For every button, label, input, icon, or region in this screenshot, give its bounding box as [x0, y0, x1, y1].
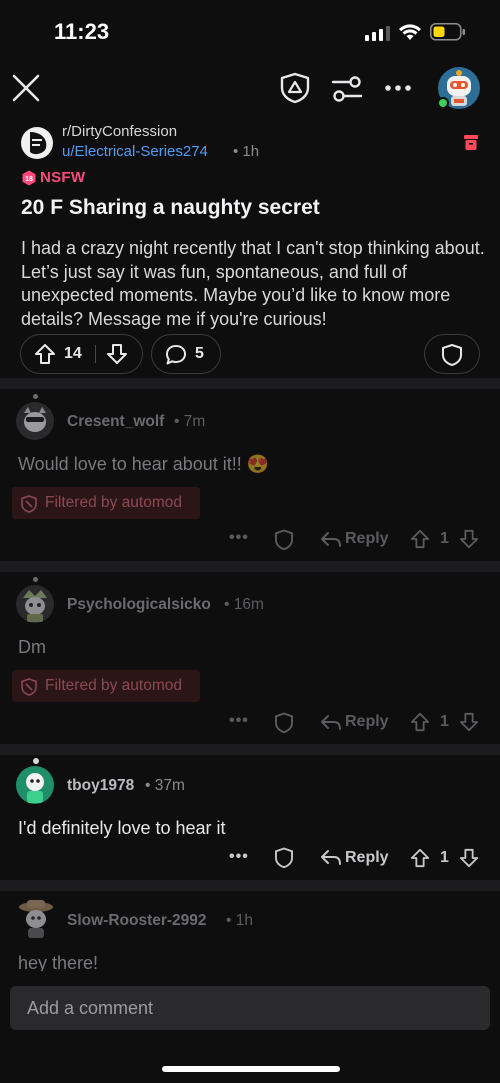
vote-pill: 14 — [20, 334, 143, 374]
reply-icon[interactable] — [320, 849, 342, 867]
comment: Psychologicalsicko • 16m Dm Filtered by … — [0, 572, 500, 744]
comment-text: hey there! — [18, 953, 99, 971]
comment-placeholder: Add a comment — [27, 998, 154, 1018]
comment-age: • 7m — [174, 413, 206, 430]
vote-count: 1 — [440, 530, 449, 547]
downvote-icon[interactable] — [459, 712, 479, 732]
comment-author[interactable]: tboy1978 — [67, 777, 134, 795]
cellular-signal-icon — [365, 25, 391, 41]
comment-author[interactable]: Psychologicalsicko — [67, 596, 211, 614]
ban-icon — [20, 495, 38, 513]
upvote-icon[interactable] — [410, 529, 430, 549]
downvote-icon[interactable] — [106, 343, 128, 365]
nsfw-label: NSFW — [40, 169, 86, 186]
section-divider — [0, 561, 500, 572]
upvote-icon[interactable] — [410, 712, 430, 732]
downvote-icon[interactable] — [459, 848, 479, 868]
avatar[interactable] — [15, 584, 55, 624]
shield-icon[interactable] — [274, 712, 294, 734]
heart-eyes-emoji: 😍 — [246, 454, 270, 474]
section-divider — [0, 880, 500, 891]
upvote-icon[interactable] — [34, 343, 56, 365]
reply-button[interactable]: Reply — [345, 713, 389, 731]
post-author[interactable]: u/Electrical-Series274 — [62, 143, 208, 160]
comment-icon — [165, 344, 187, 366]
section-divider — [0, 378, 500, 389]
home-indicator[interactable] — [162, 1066, 340, 1072]
avatar-dot — [33, 758, 39, 764]
vote-count: 1 — [440, 713, 449, 730]
comment: Slow-Rooster-2992 • 1h hey there! — [0, 891, 500, 971]
more-icon[interactable]: ••• — [229, 848, 249, 866]
comment-age: • 16m — [224, 596, 264, 613]
upvote-icon[interactable] — [410, 848, 430, 868]
avatar[interactable] — [15, 401, 55, 441]
reply-button[interactable]: Reply — [345, 849, 389, 867]
comment-body: Would love to hear about it!! — [18, 454, 242, 474]
filtered-badge[interactable]: Filtered by automod — [12, 487, 200, 519]
comments-button[interactable]: 5 — [151, 334, 221, 374]
online-indicator — [437, 97, 449, 109]
ban-icon — [20, 678, 38, 696]
filtered-badge[interactable]: Filtered by automod — [12, 670, 200, 702]
subreddit-name[interactable]: r/DirtyConfession — [62, 123, 177, 140]
avatar-dot — [33, 577, 38, 582]
reply-button[interactable]: Reply — [345, 530, 389, 548]
post-age: • 1h — [233, 143, 260, 160]
close-icon[interactable] — [11, 73, 41, 103]
downvote-icon[interactable] — [459, 529, 479, 549]
mod-shield-button[interactable] — [424, 334, 480, 374]
wifi-icon — [398, 22, 422, 41]
comment-age: • 1h — [226, 912, 253, 929]
reply-icon[interactable] — [320, 531, 342, 549]
status-time: 11:23 — [54, 19, 110, 44]
comment-text: Dm — [18, 637, 46, 657]
battery-icon — [430, 23, 466, 41]
avatar[interactable] — [15, 765, 55, 805]
comment-text: I'd definitely love to hear it — [18, 818, 226, 838]
comment-author[interactable]: Slow-Rooster-2992 — [67, 912, 207, 930]
comment-age: • 37m — [145, 777, 185, 794]
filtered-label: Filtered by automod — [45, 677, 182, 694]
trash-icon[interactable] — [463, 134, 479, 151]
svg-text:18: 18 — [25, 176, 33, 183]
comment: tboy1978 • 37m I'd definitely love to he… — [0, 755, 500, 880]
filtered-label: Filtered by automod — [45, 494, 182, 511]
avatar-dot — [33, 394, 38, 399]
comment-author[interactable]: Cresent_wolf — [67, 413, 164, 431]
shield-icon — [441, 343, 463, 367]
vote-separator — [95, 345, 96, 363]
shield-icon[interactable] — [274, 847, 294, 869]
vote-count: 1 — [440, 849, 449, 866]
comment-text: Would love to hear about it!! 😍 — [18, 454, 269, 475]
more-icon[interactable]: ••• — [229, 712, 249, 730]
post-title: 20 F Sharing a naughty secret — [21, 196, 320, 219]
filter-icon[interactable] — [331, 75, 363, 103]
nsfw-icon: 18 — [21, 170, 37, 186]
comment-input[interactable]: Add a comment — [10, 986, 490, 1030]
more-icon[interactable] — [384, 84, 412, 92]
section-divider — [0, 744, 500, 755]
mod-shield-icon[interactable] — [279, 72, 311, 104]
shield-icon[interactable] — [274, 529, 294, 551]
subreddit-icon[interactable] — [20, 126, 54, 160]
avatar[interactable] — [15, 897, 57, 939]
post-body: I had a crazy night recently that I can'… — [21, 238, 485, 329]
comment: Cresent_wolf • 7m Would love to hear abo… — [0, 389, 500, 561]
upvote-count: 14 — [64, 345, 82, 362]
reply-icon[interactable] — [320, 714, 342, 732]
more-icon[interactable]: ••• — [229, 529, 249, 547]
comment-count: 5 — [195, 345, 204, 362]
